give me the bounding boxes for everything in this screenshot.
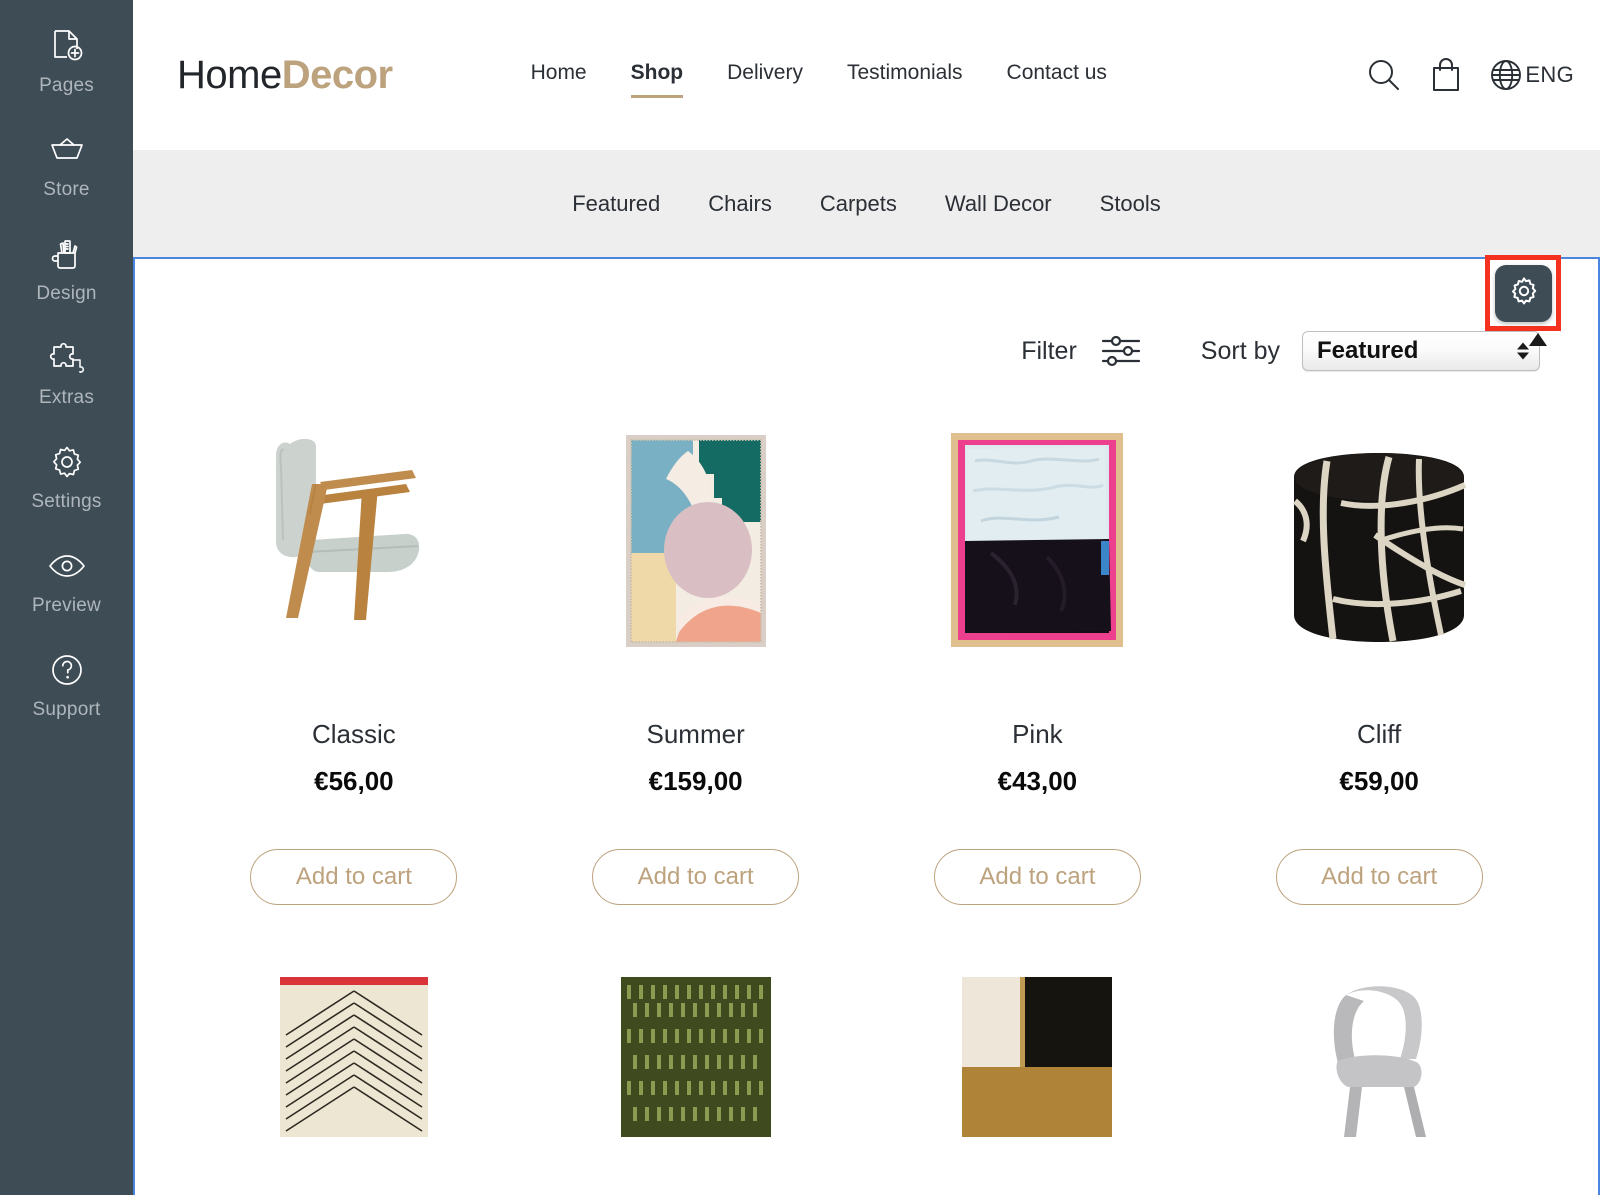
sidebar-item-label: Settings [31, 490, 102, 512]
category-bar: Featured Chairs Carpets Wall Decor Stool… [133, 150, 1600, 257]
website-canvas: HomeDecor Home Shop Delivery Testimonial… [133, 0, 1600, 1195]
basket-icon [45, 128, 89, 172]
chevron-down-icon [1517, 352, 1529, 360]
header-tools: ENG [1365, 56, 1574, 94]
nav-link-delivery[interactable]: Delivery [727, 61, 803, 89]
sidebar-item-pages[interactable]: Pages [0, 8, 133, 112]
sidebar-item-label: Preview [32, 594, 101, 616]
category-stools[interactable]: Stools [1100, 191, 1161, 217]
product-card[interactable]: Classic €56,00 Add to cart [183, 417, 525, 905]
gear-icon [1507, 274, 1541, 313]
product-price: €56,00 [314, 766, 394, 796]
sidebar-item-store[interactable]: Store [0, 112, 133, 216]
filter-label: Filter [1021, 336, 1077, 365]
sliders-icon[interactable] [1099, 332, 1143, 370]
site-logo[interactable]: HomeDecor [177, 53, 393, 98]
language-label: ENG [1525, 62, 1574, 87]
cursor-pointer-icon [1529, 333, 1547, 346]
sidebar-item-design[interactable]: Design [0, 216, 133, 320]
sort-by-value: Featured [1317, 337, 1419, 364]
filter-sort-toolbar: Filter Sort by Featured [135, 259, 1598, 371]
eye-icon [45, 544, 89, 588]
product-image-block-rug [962, 977, 1113, 1137]
nav-link-home[interactable]: Home [531, 61, 587, 89]
sidebar-item-label: Design [36, 282, 97, 304]
search-icon[interactable] [1365, 56, 1403, 94]
sidebar-item-support[interactable]: Support [0, 632, 133, 736]
site-header: HomeDecor Home Shop Delivery Testimonial… [133, 0, 1600, 150]
product-card[interactable]: Summer €159,00 Add to cart [525, 417, 867, 905]
product-card[interactable] [867, 977, 1209, 1137]
nav-link-shop[interactable]: Shop [630, 61, 683, 98]
category-wall-decor[interactable]: Wall Decor [945, 191, 1052, 217]
product-price: €59,00 [1339, 766, 1419, 796]
product-name: Classic [311, 719, 396, 749]
product-name: Pink [1012, 719, 1063, 749]
sidebar-item-label: Extras [38, 386, 95, 408]
product-card[interactable]: Cliff €59,00 Add to cart [1208, 417, 1550, 905]
sort-by-label: Sort by [1200, 336, 1280, 365]
sidebar-item-label: Store [43, 178, 90, 200]
section-settings-gear-button[interactable] [1495, 265, 1552, 322]
globe-icon [1489, 58, 1523, 92]
product-card[interactable] [525, 977, 867, 1137]
category-chairs[interactable]: Chairs [708, 191, 772, 217]
product-card[interactable]: Pink €43,00 Add to cart [867, 417, 1209, 905]
product-image-classic-chair [254, 417, 454, 647]
add-to-cart-button[interactable]: Add to cart [1275, 849, 1483, 905]
product-price: €159,00 [648, 766, 743, 796]
editor-sidebar: Pages Store Design Extras Settings Previ… [0, 0, 133, 1195]
product-grid-row-2 [135, 977, 1598, 1137]
logo-part-home: Home [177, 52, 282, 97]
product-grid-section[interactable]: Filter Sort by Featured Classic €56,00 A… [133, 257, 1600, 1195]
product-image-pink-artwork [951, 417, 1124, 647]
sidebar-item-extras[interactable]: Extras [0, 320, 133, 424]
product-image-cliff-stool [1289, 417, 1469, 647]
main-navigation: Home Shop Delivery Testimonials Contact … [531, 61, 1107, 98]
sidebar-item-preview[interactable]: Preview [0, 528, 133, 632]
editor-app: Pages Store Design Extras Settings Previ… [0, 0, 1600, 1195]
sidebar-item-label: Support [32, 698, 101, 720]
product-image-gray-chair [1304, 977, 1454, 1137]
language-selector[interactable]: ENG [1489, 58, 1574, 92]
product-image-green-rug [620, 977, 771, 1137]
nav-link-testimonials[interactable]: Testimonials [847, 61, 963, 89]
product-price: €43,00 [997, 766, 1078, 796]
sidebar-item-settings[interactable]: Settings [0, 424, 133, 528]
add-to-cart-button[interactable]: Add to cart [250, 849, 458, 905]
product-name: Summer [646, 719, 745, 749]
chevron-up-icon [1517, 342, 1529, 350]
design-cup-icon [45, 232, 89, 276]
add-to-cart-button[interactable]: Add to cart [933, 849, 1141, 905]
product-card[interactable] [1208, 977, 1550, 1137]
category-featured[interactable]: Featured [572, 191, 660, 217]
sort-by-select[interactable]: Featured [1302, 331, 1540, 371]
gear-icon [45, 440, 89, 484]
stepper-arrows-icon [1517, 342, 1529, 360]
add-to-cart-button[interactable]: Add to cart [592, 849, 800, 905]
product-card[interactable] [183, 977, 525, 1137]
category-carpets[interactable]: Carpets [820, 191, 897, 217]
puzzle-icon [45, 336, 89, 380]
page-add-icon [45, 24, 89, 68]
question-circle-icon [45, 648, 89, 692]
shopping-bag-icon[interactable] [1429, 56, 1463, 94]
product-image-cream-rug [279, 977, 428, 1137]
sidebar-item-label: Pages [39, 74, 94, 96]
product-name: Cliff [1356, 719, 1402, 749]
product-image-summer-blanket [625, 417, 766, 647]
nav-link-contact-us[interactable]: Contact us [1007, 61, 1107, 89]
logo-part-decor: Decor [281, 52, 393, 97]
product-grid-row-1: Classic €56,00 Add to cart Summer €159,0… [135, 417, 1598, 905]
